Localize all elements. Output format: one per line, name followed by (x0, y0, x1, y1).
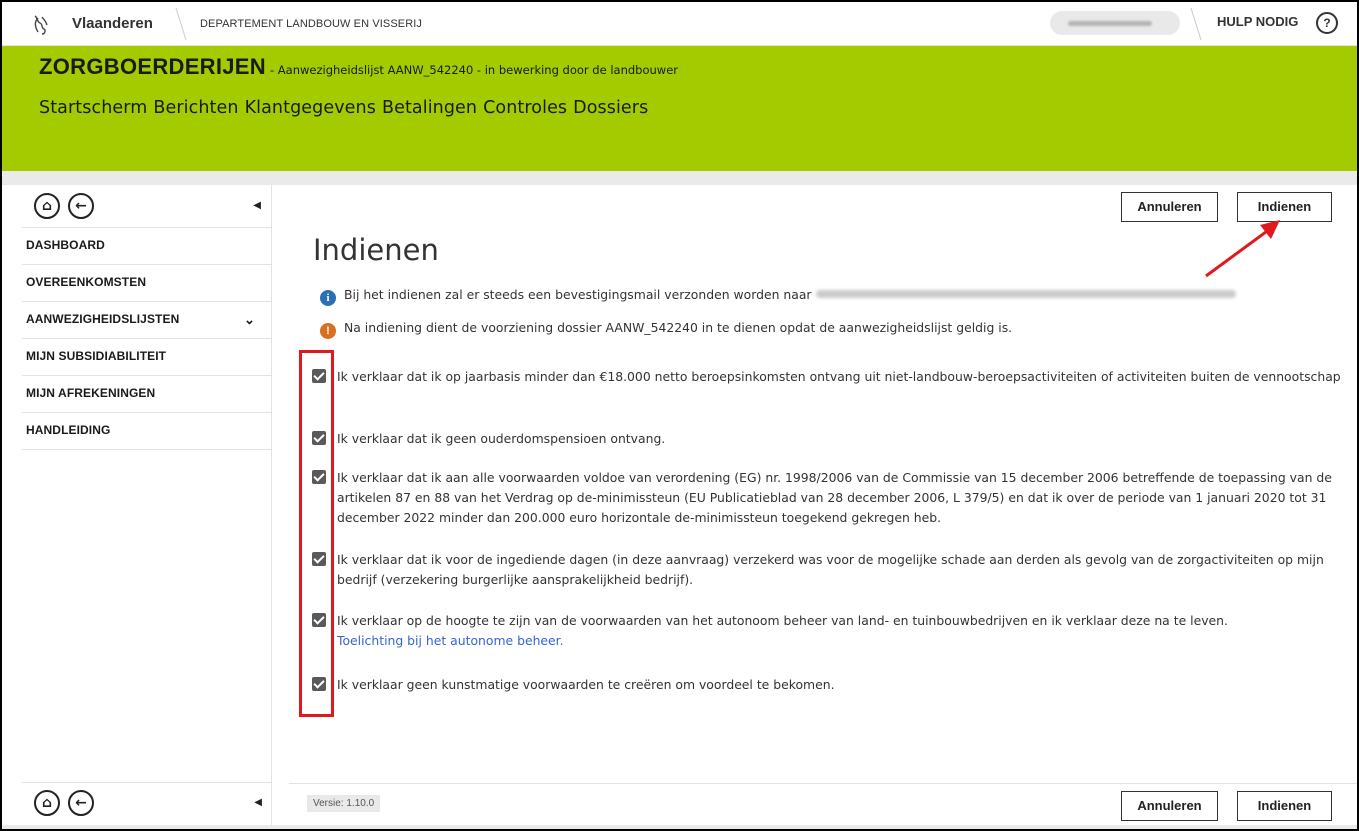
declaration-text: Ik verklaar op de hoogte te zijn van de … (337, 613, 1228, 628)
declaration-text: Ik verklaar dat ik geen ouderdomspensioe… (337, 431, 666, 446)
info-message-text: Bij het indienen zal er steeds een beves… (344, 287, 812, 302)
header-separator (2, 171, 1357, 185)
user-menu-button[interactable] (1050, 11, 1180, 35)
sidebar-item-label: DASHBOARD (26, 238, 105, 252)
info-icon: i (320, 290, 336, 306)
annotation-arrow-icon (1205, 220, 1280, 278)
top-bar: Vlaanderen DEPARTEMENT LANDBOUW EN VISSE… (2, 2, 1357, 46)
back-arrow-icon[interactable]: ← (68, 790, 94, 816)
nav-dossiers[interactable]: Dossiers (573, 98, 648, 118)
main-nav: Startscherm Berichten Klantgegevens Betalin… (39, 98, 654, 118)
declaration-text: Ik verklaar dat ik op jaarbasis minder d… (337, 369, 1341, 384)
sidebar-item-label: MIJN AFREKENINGEN (26, 386, 156, 400)
cancel-button[interactable]: Annuleren (1121, 791, 1218, 821)
declaration-text: Ik verklaar dat ik aan alle voorwaarden … (337, 470, 1332, 525)
warning-message: ! Na indiening dient de voorziening dossi… (320, 320, 1012, 339)
divider (175, 7, 187, 41)
declaration-item: Ik verklaar dat ik geen ouderdomspensioe… (312, 429, 1342, 449)
flemish-lion-icon (34, 15, 48, 35)
sidebar-item-label: OVEREENKOMSTEN (26, 275, 147, 289)
app-name[interactable]: ZORGBOERDERIJEN (39, 54, 266, 79)
sidebar: ⌂ ← ◀ DASHBOARD OVEREENKOMSTEN AANWEZIGH… (22, 185, 272, 825)
warning-message-text: Na indiening dient de voorziening dossie… (344, 320, 1013, 335)
sidebar-item-label: MIJN SUBSIDIABILITEIT (26, 349, 167, 363)
annotation-highlight-box (299, 350, 334, 717)
page-frame: Vlaanderen DEPARTEMENT LANDBOUW EN VISSE… (0, 0, 1359, 831)
info-message: i Bij het indienen zal er steeds een beve… (320, 287, 1236, 306)
declaration-item: Ik verklaar dat ik op jaarbasis minder d… (312, 367, 1342, 387)
sidebar-item-label: AANWEZIGHEIDSLIJSTEN (26, 312, 180, 326)
submit-button[interactable]: Indienen (1237, 791, 1332, 821)
declaration-item: Ik verklaar dat ik voor de ingediende da… (312, 550, 1342, 590)
home-icon[interactable]: ⌂ (34, 193, 60, 219)
divider (1190, 7, 1202, 41)
footer-toolbar: Versie: 1.10.0 Annuleren Indienen (289, 783, 1357, 825)
nav-betalingen[interactable]: Betalingen (382, 98, 477, 118)
back-arrow-icon[interactable]: ← (68, 193, 94, 219)
sidebar-item-dashboard[interactable]: DASHBOARD (22, 228, 271, 265)
app-subtitle: - Aanwezigheidslijst AANW_542240 - in be… (269, 63, 679, 77)
nav-klantgegevens[interactable]: Klantgegevens (245, 98, 376, 118)
declaration-text: Ik verklaar geen kunstmatige voorwaarden… (337, 677, 835, 692)
nav-berichten[interactable]: Berichten (153, 98, 238, 118)
declaration-item: Ik verklaar geen kunstmatige voorwaarden… (312, 675, 1342, 695)
sidebar-item-aanwezigheidslijsten[interactable]: AANWEZIGHEIDSLIJSTEN ⌄ (22, 302, 271, 339)
user-name-redacted (1068, 21, 1152, 26)
sidebar-toolbar: ⌂ ← ◀ (22, 185, 271, 228)
collapse-sidebar-icon[interactable]: ◀ (254, 797, 262, 808)
sidebar-item-mijn-afrekeningen[interactable]: MIJN AFREKENINGEN (22, 376, 271, 413)
declaration-item: Ik verklaar op de hoogte te zijn van de … (312, 611, 1342, 651)
department-name[interactable]: DEPARTEMENT LANDBOUW EN VISSERIJ (200, 18, 422, 30)
chevron-down-icon[interactable]: ⌄ (244, 302, 255, 337)
nav-startscherm[interactable]: Startscherm (39, 98, 147, 118)
page-title: Indienen (313, 233, 439, 267)
sidebar-item-label: HANDLEIDING (26, 423, 111, 437)
email-redacted (815, 290, 1236, 298)
region-name[interactable]: Vlaanderen (72, 15, 153, 32)
declaration-item: Ik verklaar dat ik aan alle voorwaarden … (312, 468, 1342, 528)
sidebar-item-handleiding[interactable]: HANDLEIDING (22, 413, 271, 450)
bottom-band (2, 825, 1357, 829)
collapse-sidebar-icon[interactable]: ◀ (253, 200, 261, 211)
autonomous-management-link[interactable]: Toelichting bij het autonome beheer. (337, 633, 564, 648)
sidebar-item-overeenkomsten[interactable]: OVEREENKOMSTEN (22, 265, 271, 302)
help-question-icon[interactable]: ? (1316, 12, 1338, 34)
sidebar-footer: ⌂ ← ◀ (22, 782, 272, 825)
declaration-text: Ik verklaar dat ik voor de ingediende da… (337, 552, 1324, 587)
nav-controles[interactable]: Controles (483, 98, 567, 118)
app-title: ZORGBOERDERIJEN - Aanwezigheidslijst AANW… (39, 54, 678, 80)
home-icon[interactable]: ⌂ (34, 790, 60, 816)
declaration-text-block: Ik verklaar op de hoogte te zijn van de … (312, 611, 1342, 651)
version-label: Versie: 1.10.0 (307, 795, 381, 812)
sidebar-item-mijn-subsidiabiliteit[interactable]: MIJN SUBSIDIABILITEIT (22, 339, 271, 376)
help-button[interactable]: HULP NODIG (1217, 14, 1298, 29)
warning-icon: ! (320, 323, 336, 339)
